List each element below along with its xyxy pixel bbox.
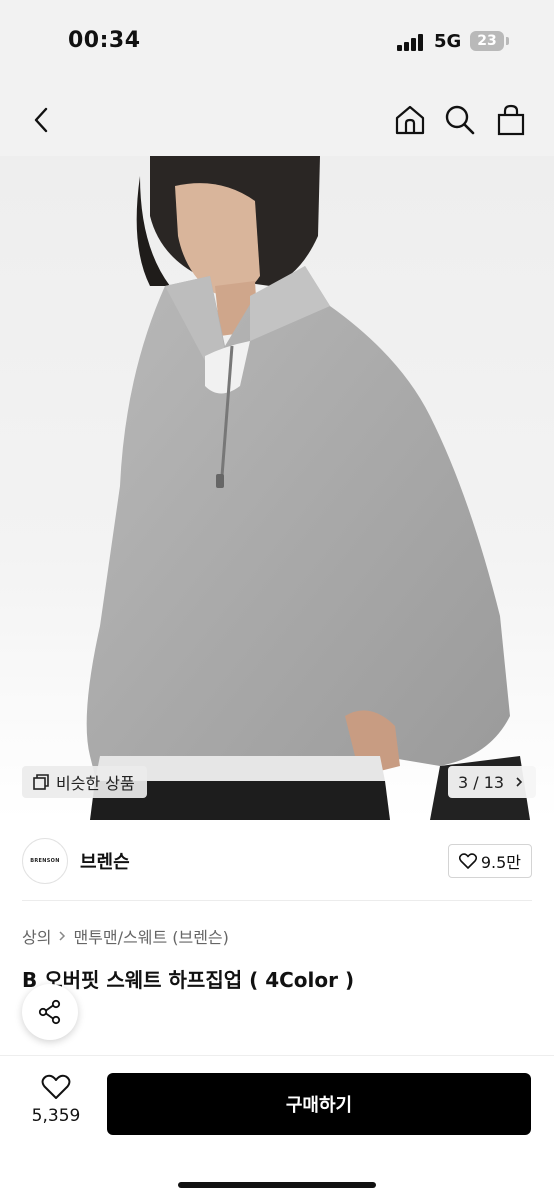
brand-logo: BRENSON	[22, 838, 68, 884]
brand-like-count: 9.5만	[480, 853, 521, 872]
product-info: BRENSON 브렌슨 9.5만 상의 맨투맨/스웨트 (브렌슨) B 오버핏 …	[0, 820, 554, 1060]
battery-tip	[506, 37, 509, 45]
chevron-right-icon	[516, 777, 523, 787]
buy-button[interactable]: 구매하기	[107, 1073, 531, 1135]
breadcrumb-category[interactable]: 상의	[22, 924, 51, 948]
page-indicator-text: 3 / 13	[458, 772, 505, 792]
brand-row[interactable]: BRENSON 브렌슨 9.5만	[22, 838, 532, 884]
back-button[interactable]	[18, 90, 64, 150]
search-button[interactable]	[437, 90, 483, 150]
heart-icon	[41, 1074, 71, 1099]
similar-products-label: 비슷한 상품	[56, 774, 135, 793]
brand-like-button[interactable]: 9.5만	[447, 844, 532, 878]
search-icon	[445, 105, 475, 135]
product-photo	[86, 156, 530, 820]
share-button[interactable]	[22, 984, 78, 1040]
status-bar: 00:34 5G 23	[0, 0, 554, 80]
breadcrumb: 상의 맨투맨/스웨트 (브렌슨)	[22, 924, 229, 948]
chevron-right-icon	[59, 931, 66, 941]
network-type: 5G	[434, 31, 462, 52]
similar-products-button[interactable]: 비슷한 상품	[22, 766, 147, 798]
home-button[interactable]	[387, 90, 433, 150]
back-icon	[34, 107, 48, 133]
wishlist-count: 5,359	[31, 1106, 81, 1126]
status-time: 00:34	[68, 28, 141, 53]
copy-icon	[33, 774, 49, 790]
home-indicator	[178, 1182, 376, 1188]
bag-icon	[497, 104, 525, 136]
brand-name[interactable]: 브렌슨	[80, 848, 130, 874]
image-page-indicator[interactable]: 3 / 13	[448, 766, 537, 798]
battery-icon: 23	[470, 31, 504, 51]
product-title: B 오버핏 스웨트 하프집업 ( 4Color )	[22, 968, 355, 992]
product-image[interactable]: 비슷한 상품 3 / 13	[0, 156, 554, 820]
breadcrumb-subcategory[interactable]: 맨투맨/스웨트 (브렌슨)	[73, 924, 228, 948]
home-icon	[395, 105, 425, 135]
signal-icon	[397, 33, 427, 51]
wishlist-button[interactable]: 5,359	[22, 1074, 90, 1126]
nav-bar	[0, 90, 554, 154]
heart-icon	[458, 853, 477, 869]
bottom-action-bar: 5,359 구매하기	[0, 1056, 554, 1200]
share-icon	[38, 999, 61, 1025]
divider	[22, 900, 532, 901]
bag-button[interactable]	[488, 90, 534, 150]
